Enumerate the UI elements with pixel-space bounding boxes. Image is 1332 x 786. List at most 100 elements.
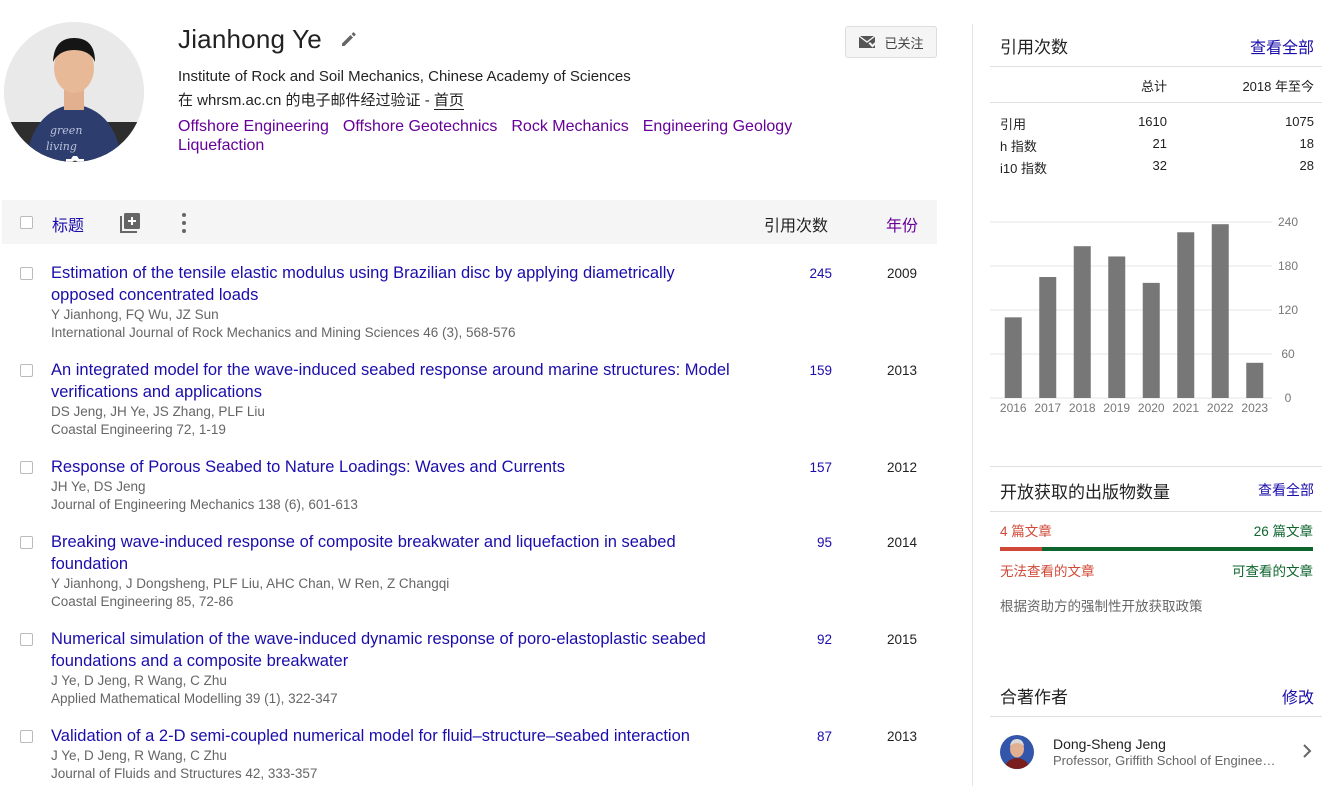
article-citations[interactable]: 159: [782, 363, 832, 378]
select-all-checkbox[interactable]: [20, 216, 33, 229]
stats-row-all: 21: [1152, 136, 1167, 151]
interest-link[interactable]: Offshore Engineering: [178, 117, 329, 136]
article-year: 2012: [887, 460, 918, 475]
article-title[interactable]: Response of Porous Seabed to Nature Load…: [51, 456, 741, 478]
stats-row: i10 指数 32 28: [1000, 158, 1314, 176]
open-access-view-all-link[interactable]: 查看全部: [1258, 480, 1314, 500]
chart-bar[interactable]: [1142, 282, 1160, 398]
article-checkbox[interactable]: [20, 364, 33, 377]
chart-x-tick-label: 2023: [1241, 401, 1268, 415]
stats-row-label: 引用: [1000, 117, 1027, 132]
chart-bar[interactable]: [1211, 224, 1229, 398]
stats-row-label: i10 指数: [1000, 161, 1047, 176]
stats-col-since: 2018 年至今: [1242, 79, 1314, 94]
article-checkbox[interactable]: [20, 461, 33, 474]
article-citations[interactable]: 95: [782, 535, 832, 550]
homepage-link[interactable]: 首页: [433, 92, 464, 110]
chart-y-tick-label: 180: [1278, 259, 1298, 273]
open-access-bar-unavailable: [1000, 547, 1042, 551]
chart-y-tick-label: 120: [1278, 303, 1298, 317]
open-access-policy: 根据资助方的强制性开放获取政策: [1000, 599, 1203, 614]
interest-link[interactable]: Rock Mechanics: [511, 117, 628, 136]
chart-x-tick-label: 2017: [1034, 401, 1061, 415]
article-list: Estimation of the tensile elastic modulu…: [0, 262, 940, 785]
coauthors-edit-link[interactable]: 修改: [1282, 684, 1314, 708]
stats-row: 引用 1610 1075: [1000, 114, 1314, 132]
interest-link[interactable]: Engineering Geology: [643, 117, 792, 136]
divider: [990, 466, 1322, 467]
article-checkbox[interactable]: [20, 730, 33, 743]
chart-x-tick-label: 2016: [1000, 401, 1027, 415]
chart-bar[interactable]: [1004, 317, 1022, 398]
article-checkbox[interactable]: [20, 633, 33, 646]
add-article-icon[interactable]: [120, 212, 141, 233]
open-access-bar: [1000, 547, 1313, 551]
chevron-right-icon[interactable]: [1302, 743, 1312, 759]
article-venue: Coastal Engineering 85, 72-86: [51, 594, 234, 609]
available-label[interactable]: 可查看的文章: [1232, 560, 1313, 580]
article-checkbox[interactable]: [20, 267, 33, 280]
verified-email: 在 whrsm.ac.cn 的电子邮件经过验证 - 首页: [178, 89, 464, 110]
available-count[interactable]: 26 篇文章: [1254, 520, 1313, 540]
stats-row-all: 32: [1152, 158, 1167, 173]
article-title[interactable]: An integrated model for the wave-induced…: [51, 359, 741, 403]
article-venue: Journal of Engineering Mechanics 138 (6)…: [51, 497, 358, 512]
sort-by-title[interactable]: 标题: [52, 212, 84, 236]
article-authors: DS Jeng, JH Ye, JS Zhang, PLF Liu: [51, 404, 265, 419]
coauthors-heading: 合著作者: [1000, 688, 1068, 707]
chart-x-tick-label: 2018: [1069, 401, 1096, 415]
article-checkbox[interactable]: [20, 536, 33, 549]
cited-by-view-all-link[interactable]: 查看全部: [1250, 34, 1314, 58]
article-venue: Journal of Fluids and Structures 42, 333…: [51, 766, 318, 781]
interest-link[interactable]: Liquefaction: [178, 136, 264, 155]
divider: [990, 716, 1322, 717]
chart-bar[interactable]: [1039, 277, 1057, 398]
chart-x-tick-label: 2022: [1207, 401, 1234, 415]
sort-by-year[interactable]: 年份: [886, 212, 918, 236]
chart-x-tick-label: 2021: [1172, 401, 1199, 415]
article-year: 2013: [887, 729, 918, 744]
article-title[interactable]: Estimation of the tensile elastic modulu…: [51, 262, 741, 306]
chart-y-tick-label: 60: [1281, 347, 1295, 361]
article-citations[interactable]: 92: [782, 632, 832, 647]
article-citations[interactable]: 245: [782, 266, 832, 281]
coauthor-name[interactable]: Dong-Sheng Jeng: [1053, 736, 1166, 752]
unavailable-count[interactable]: 4 篇文章: [1000, 520, 1052, 540]
article-citations[interactable]: 157: [782, 460, 832, 475]
pencil-icon[interactable]: [340, 30, 358, 48]
stats-row: h 指数 21 18: [1000, 136, 1314, 154]
article-title[interactable]: Numerical simulation of the wave-induced…: [51, 628, 741, 672]
research-interests: Offshore Engineering Offshore Geotechnics…: [178, 117, 858, 155]
article-row: Response of Porous Seabed to Nature Load…: [0, 456, 940, 531]
camera-icon[interactable]: [64, 154, 86, 162]
article-row: Numerical simulation of the wave-induced…: [0, 628, 940, 725]
sort-by-citations[interactable]: 引用次数: [764, 212, 828, 236]
article-title[interactable]: Validation of a 2-D semi-coupled numeric…: [51, 725, 741, 747]
stats-row-since: 18: [1299, 136, 1314, 151]
chart-bar[interactable]: [1073, 246, 1091, 398]
article-citations[interactable]: 87: [782, 729, 832, 744]
interest-link[interactable]: Offshore Geotechnics: [343, 117, 497, 136]
unavailable-label[interactable]: 无法查看的文章: [1000, 560, 1095, 580]
chart-bar[interactable]: [1108, 256, 1126, 398]
article-authors: JH Ye, DS Jeng: [51, 479, 146, 494]
stats-col-all: 总计: [1140, 79, 1167, 94]
article-year: 2009: [887, 266, 918, 281]
chart-y-tick-label: 0: [1285, 391, 1292, 405]
article-row: Breaking wave-induced response of compos…: [0, 531, 940, 628]
chart-bar[interactable]: [1177, 232, 1195, 398]
articles-table-header: 标题 引用次数 年份: [2, 200, 937, 244]
citations-per-year-chart: 0 60 120 180 240 2016 2017 2018 2019 2020 2021 2022…: [990, 215, 1298, 415]
profile-photo[interactable]: green living: [4, 22, 144, 162]
article-title[interactable]: Breaking wave-induced response of compos…: [51, 531, 741, 575]
article-row: An integrated model for the wave-induced…: [0, 359, 940, 456]
follow-button-label: 已关注: [884, 35, 924, 51]
verified-email-text: 在 whrsm.ac.cn 的电子邮件经过验证 -: [178, 92, 434, 109]
more-vert-icon[interactable]: [180, 212, 188, 234]
open-access-heading: 开放获取的出版物数量: [1000, 483, 1170, 502]
coauthor-avatar[interactable]: [1000, 735, 1034, 769]
chart-bar[interactable]: [1246, 362, 1264, 398]
stats-row-since: 1075: [1285, 114, 1314, 129]
follow-button[interactable]: 已关注: [845, 26, 937, 58]
sidebar-divider: [972, 24, 973, 786]
